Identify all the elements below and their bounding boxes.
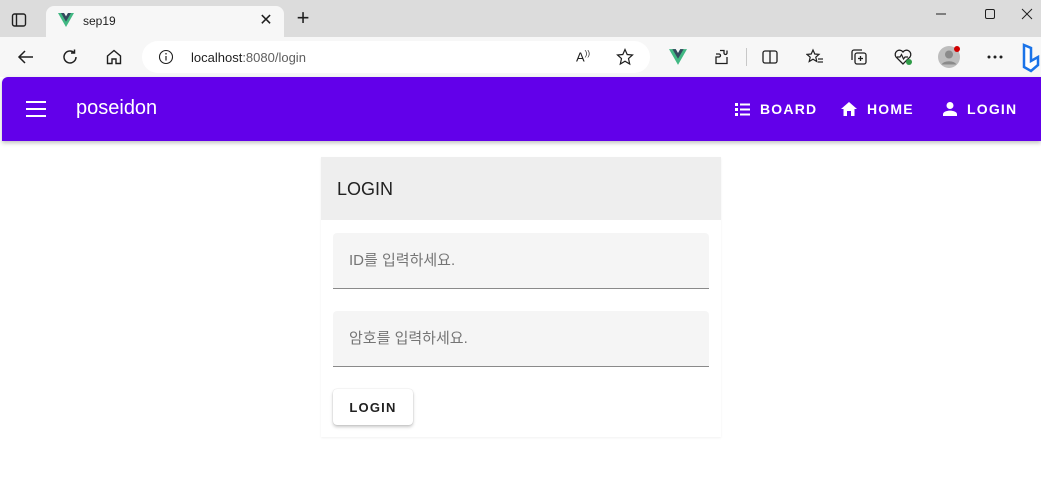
copilot-icon[interactable] bbox=[1020, 43, 1041, 73]
app-title: poseidon bbox=[76, 97, 158, 119]
site-info-icon[interactable] bbox=[158, 49, 174, 70]
vue-logo-icon bbox=[58, 13, 74, 32]
id-input[interactable] bbox=[333, 233, 709, 288]
address-bar[interactable]: localhost:8080/login A)) bbox=[142, 41, 650, 73]
tab-title: sep19 bbox=[83, 14, 116, 28]
back-icon[interactable] bbox=[14, 45, 38, 69]
browser-essentials-icon[interactable] bbox=[891, 45, 915, 69]
browser-tab[interactable]: sep19 ✕ bbox=[46, 6, 284, 37]
nav-board-button[interactable]: BOARD bbox=[735, 97, 817, 121]
tab-actions-icon[interactable] bbox=[8, 9, 30, 31]
read-aloud-icon[interactable]: A)) bbox=[576, 49, 590, 64]
nav-board-label: BOARD bbox=[760, 101, 818, 117]
collections-icon[interactable] bbox=[847, 45, 871, 69]
extensions-icon[interactable] bbox=[710, 45, 734, 69]
url-text: localhost:8080/login bbox=[191, 50, 306, 65]
login-card-title: LOGIN bbox=[337, 179, 394, 199]
vue-devtools-icon[interactable] bbox=[666, 45, 690, 69]
password-field bbox=[333, 311, 709, 367]
split-screen-icon[interactable] bbox=[758, 45, 782, 69]
nav-login-button[interactable]: LOGIN bbox=[943, 97, 1017, 121]
toolbar-divider bbox=[746, 48, 747, 66]
login-submit-button[interactable]: LOGIN bbox=[333, 389, 413, 425]
login-card: LOGIN LOGIN bbox=[321, 157, 721, 437]
close-window-icon[interactable] bbox=[1004, 0, 1041, 28]
home-browser-icon[interactable] bbox=[102, 45, 126, 69]
favorites-icon[interactable] bbox=[803, 45, 827, 69]
account-icon bbox=[943, 102, 957, 116]
browser-toolbar: localhost:8080/login A)) bbox=[0, 37, 1041, 77]
profile-avatar-icon[interactable] bbox=[937, 45, 961, 69]
list-icon bbox=[735, 102, 750, 116]
tab-close-icon[interactable]: ✕ bbox=[256, 11, 276, 31]
new-tab-icon[interactable]: + bbox=[292, 7, 314, 30]
refresh-icon[interactable] bbox=[58, 45, 82, 69]
favorite-star-icon[interactable] bbox=[616, 48, 634, 71]
minimize-icon[interactable] bbox=[918, 0, 964, 28]
menu-icon[interactable] bbox=[24, 97, 48, 121]
password-input[interactable] bbox=[333, 311, 709, 366]
nav-home-label: HOME bbox=[867, 101, 914, 117]
nav-home-button[interactable]: HOME bbox=[841, 97, 914, 121]
url-path: :8080/login bbox=[242, 50, 306, 65]
more-options-icon[interactable] bbox=[983, 45, 1007, 69]
app-bar: poseidon BOARD HOME LOGIN bbox=[2, 77, 1041, 141]
id-field bbox=[333, 233, 709, 289]
browser-tab-strip: sep19 ✕ + bbox=[0, 0, 1041, 37]
login-card-header: LOGIN bbox=[321, 157, 721, 220]
url-host: localhost bbox=[191, 50, 243, 65]
home-icon bbox=[841, 102, 857, 116]
nav-login-label: LOGIN bbox=[967, 101, 1018, 117]
